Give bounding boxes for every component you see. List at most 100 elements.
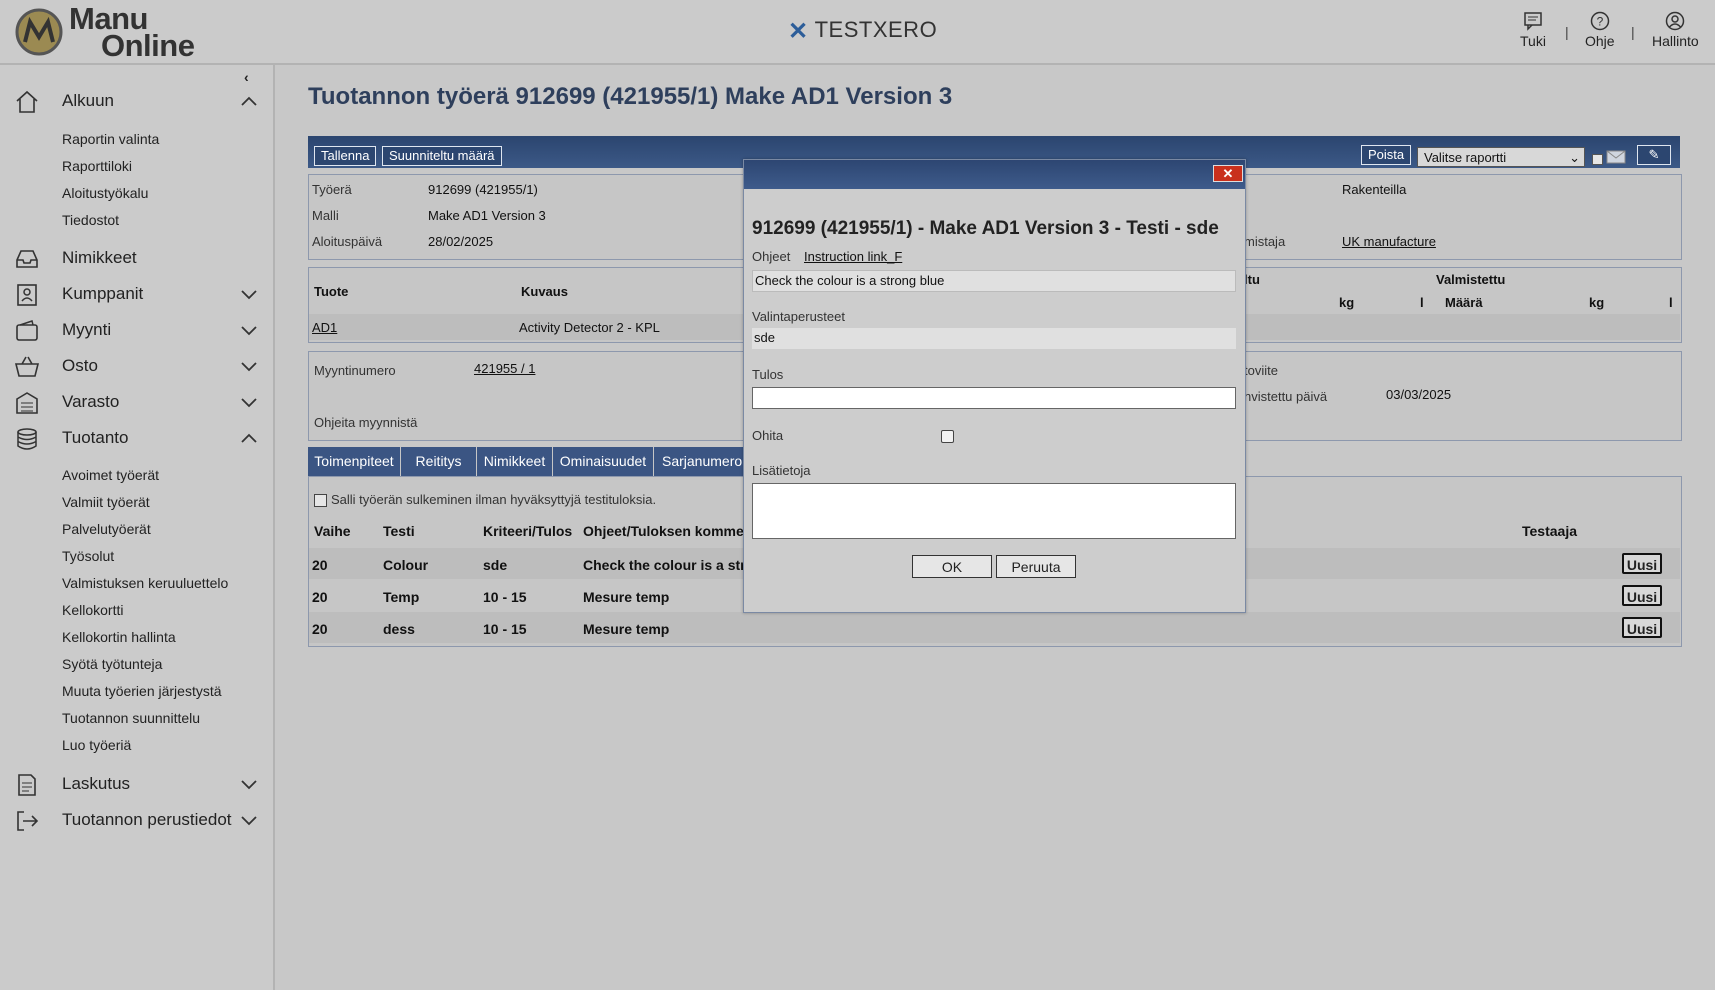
chevron-up-icon[interactable] xyxy=(240,94,258,108)
menu-tuotannon-perustiedot[interactable]: Tuotannon perustiedot xyxy=(0,803,273,837)
menu-label: Osto xyxy=(62,356,98,375)
sales-order-link[interactable]: 421955 / 1 xyxy=(474,361,535,376)
reference-label: toviite xyxy=(1244,363,1278,378)
menu-varasto[interactable]: Varasto xyxy=(0,385,273,419)
new-result-button[interactable]: Uusi xyxy=(1622,585,1662,606)
col-manufactured: Valmistettu xyxy=(1436,272,1506,287)
support-button[interactable]: Tuki xyxy=(1520,11,1546,49)
chevron-down-icon[interactable] xyxy=(240,287,258,301)
col-product: Tuote xyxy=(314,284,349,299)
row-criteria: 10 - 15 xyxy=(483,621,527,637)
logo-text: Manu Online xyxy=(69,3,195,61)
menu-item-avoimet-tyoerat[interactable]: Avoimet työerät xyxy=(62,467,159,483)
menu-osto[interactable]: Osto xyxy=(0,349,273,383)
menu-item-syota-tyotunteja[interactable]: Syötä työtunteja xyxy=(62,656,162,672)
environment-name: ✕ TESTXERO xyxy=(788,17,937,46)
skip-checkbox[interactable] xyxy=(941,430,954,443)
admin-button[interactable]: Hallinto xyxy=(1652,11,1699,49)
manu-online-logo[interactable] xyxy=(14,7,64,57)
test-result-dialog: ✕ 912699 (421955/1) - Make AD1 Version 3… xyxy=(743,159,1246,613)
row-phase: 20 xyxy=(312,557,328,573)
chevron-down-icon[interactable] xyxy=(240,359,258,373)
instructions-label: Ohjeet xyxy=(752,249,791,264)
menu-item-tiedostot[interactable]: Tiedostot xyxy=(62,212,119,228)
menu-myynti[interactable]: Myynti xyxy=(0,313,273,347)
allow-close-checkbox[interactable] xyxy=(314,494,327,507)
chevron-down-icon[interactable] xyxy=(240,813,258,827)
criteria-field: sde xyxy=(752,328,1236,349)
chevron-up-icon[interactable] xyxy=(240,431,258,445)
table-row: 20 dess 10 - 15 Mesure temp Uusi xyxy=(309,612,1680,643)
menu-item-muuta-jarjestysta[interactable]: Muuta työerien järjestystä xyxy=(62,683,222,699)
menu-item-tuotannon-suunnittelu[interactable]: Tuotannon suunnittelu xyxy=(62,710,200,726)
menu-nimikkeet[interactable]: Nimikkeet xyxy=(0,241,273,275)
paperclip-icon[interactable]: ✎ xyxy=(1637,145,1671,165)
ok-button[interactable]: OK xyxy=(912,555,992,578)
contact-icon xyxy=(17,284,37,306)
close-icon[interactable]: ✕ xyxy=(1213,165,1243,182)
instruction-link[interactable]: Instruction link_F xyxy=(804,249,902,264)
report-select[interactable]: Valitse raportti ⌄ xyxy=(1417,147,1585,167)
product-description: Activity Detector 2 - KPL xyxy=(519,320,660,335)
menu-laskutus[interactable]: Laskutus xyxy=(0,767,273,801)
tab-toimenpiteet[interactable]: Toimenpiteet xyxy=(308,447,401,476)
admin-label: Hallinto xyxy=(1652,33,1699,49)
dialog-titlebar xyxy=(744,160,1245,189)
instructions-textarea[interactable]: Check the colour is a strong blue xyxy=(752,270,1236,292)
report-checkbox[interactable] xyxy=(1592,154,1603,165)
new-result-button[interactable]: Uusi xyxy=(1622,553,1662,574)
chevron-down-icon[interactable] xyxy=(240,323,258,337)
app-header: Manu Online ✕ TESTXERO Tuki | ? Ohje | Ha… xyxy=(0,0,1715,65)
menu-item-tyosolut[interactable]: Työsolut xyxy=(62,548,114,564)
basket-icon xyxy=(14,356,40,377)
menu-kumppanit[interactable]: Kumppanit xyxy=(0,277,273,311)
col-l-made: l xyxy=(1669,295,1673,310)
menu-item-raportin-valinta[interactable]: Raportin valinta xyxy=(62,131,159,147)
start-date-label: Aloituspäivä xyxy=(312,234,383,249)
manufacturer-link[interactable]: UK manufacture xyxy=(1342,234,1436,249)
home-icon xyxy=(16,90,38,113)
model-value: Make AD1 Version 3 xyxy=(428,208,546,223)
menu-item-raporttiloki[interactable]: Raporttiloki xyxy=(62,158,132,174)
save-button[interactable]: Tallenna xyxy=(314,146,377,166)
extra-info-textarea[interactable] xyxy=(752,483,1236,539)
delete-button[interactable]: Poista xyxy=(1361,145,1412,165)
help-button[interactable]: ? Ohje xyxy=(1585,11,1615,49)
extra-info-label: Lisätietoja xyxy=(752,463,811,478)
col-kg: kg xyxy=(1339,295,1355,310)
new-result-button[interactable]: Uusi xyxy=(1622,617,1662,638)
result-input[interactable] xyxy=(752,387,1236,409)
col-test: Testi xyxy=(383,523,415,539)
menu-item-keruuluettelo[interactable]: Valmistuksen keruuluettelo xyxy=(62,575,228,591)
tab-nimikkeet[interactable]: Nimikkeet xyxy=(477,447,553,476)
delivery-date-value: 03/03/2025 xyxy=(1386,387,1452,402)
sales-instructions-label: Ohjeita myynnistä xyxy=(314,415,418,430)
menu-item-luo-tyoeria[interactable]: Luo työeriä xyxy=(62,737,131,753)
menu-item-aloitustyokalu[interactable]: Aloitustyökalu xyxy=(62,185,148,201)
menu-alkuun[interactable]: Alkuun xyxy=(0,84,273,118)
tab-reititys[interactable]: Reititys xyxy=(401,447,477,476)
mail-icon[interactable] xyxy=(1606,150,1626,164)
product-link[interactable]: AD1 xyxy=(312,320,337,335)
col-instructions: Ohjeet/Tuloksen kommen xyxy=(583,523,753,539)
menu-item-kellokortin-hallinta[interactable]: Kellokortin hallinta xyxy=(62,629,176,645)
row-instructions: Check the colour is a stro xyxy=(583,557,755,573)
tab-sarjanumero[interactable]: Sarjanumero xyxy=(654,447,744,476)
cancel-button[interactable]: Peruuta xyxy=(996,555,1076,578)
menu-label: Varasto xyxy=(62,392,120,411)
menu-item-kellokortti[interactable]: Kellokortti xyxy=(62,602,123,618)
tab-ominaisuudet[interactable]: Ominaisuudet xyxy=(553,447,654,476)
menu-item-palvelutyoerat[interactable]: Palvelutyöerät xyxy=(62,521,151,537)
chevron-left-icon[interactable]: ‹ xyxy=(244,69,249,85)
menu-tuotanto[interactable]: Tuotanto xyxy=(0,421,273,455)
menu-item-valmiit-tyoerat[interactable]: Valmiit työerät xyxy=(62,494,150,510)
row-phase: 20 xyxy=(312,589,328,605)
menu-label: Tuotannon perustiedot xyxy=(62,810,232,829)
chevron-down-icon: ⌄ xyxy=(1569,150,1580,165)
page-title: Tuotannon työerä 912699 (421955/1) Make … xyxy=(308,83,953,110)
chevron-down-icon[interactable] xyxy=(240,395,258,409)
planned-qty-button[interactable]: Suunniteltu määrä xyxy=(382,146,502,166)
document-icon xyxy=(18,774,36,796)
allow-close-label: Salli työerän sulkeminen ilman hyväksytt… xyxy=(331,492,657,507)
chevron-down-icon[interactable] xyxy=(240,777,258,791)
